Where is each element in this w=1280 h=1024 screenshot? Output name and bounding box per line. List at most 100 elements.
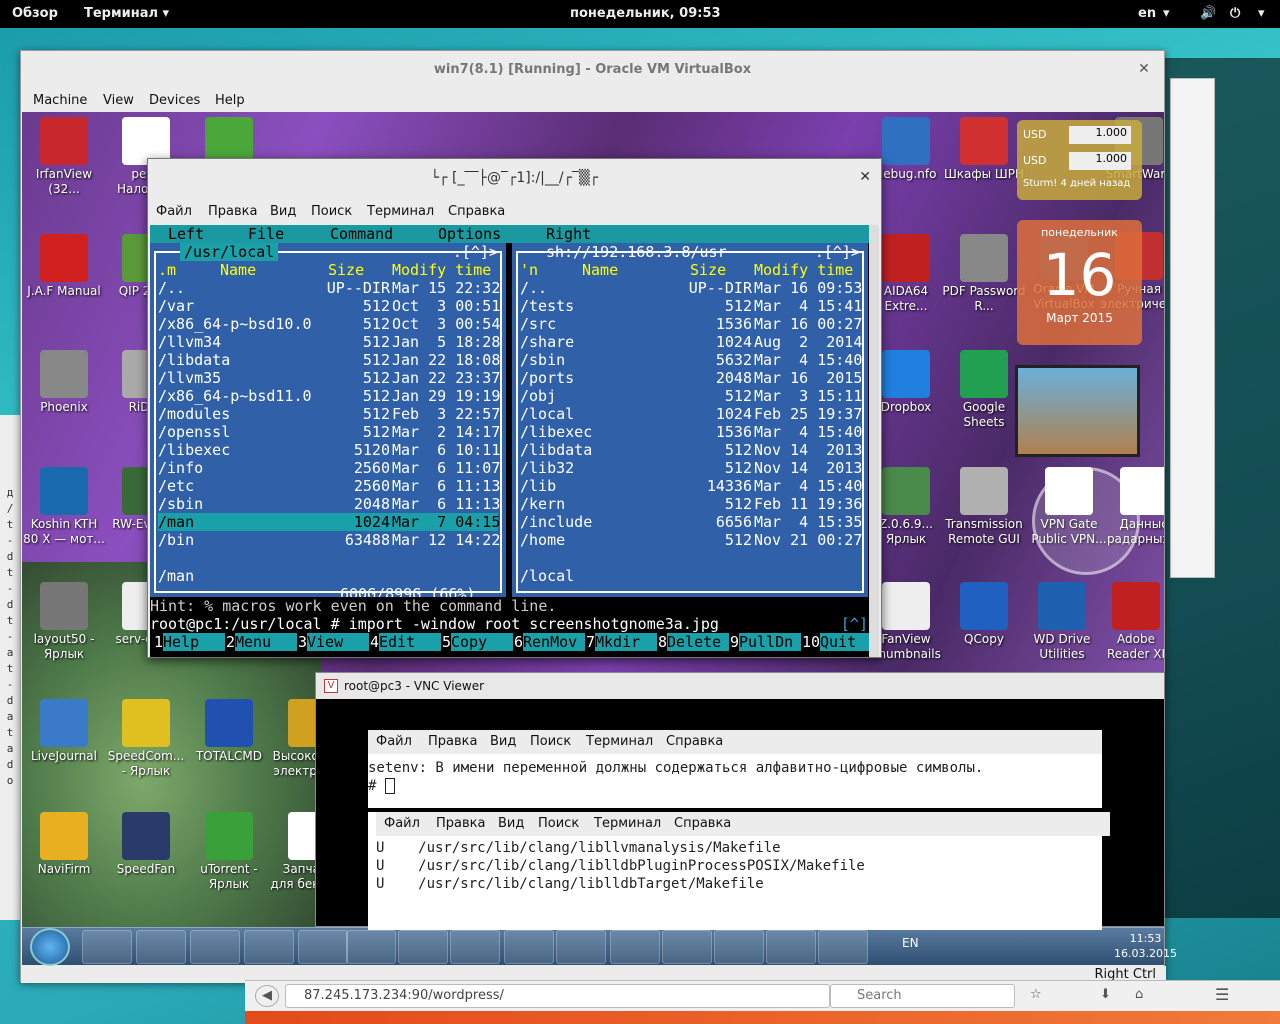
menu-machine[interactable]: Machine — [33, 93, 87, 108]
fkey-view-button[interactable]: View — [307, 633, 369, 651]
activities-button[interactable]: Обзор — [12, 6, 58, 21]
desktop-icon[interactable]: SpeedCom... - Ярлык — [104, 699, 188, 779]
totalcmd-icon[interactable] — [818, 930, 868, 964]
menu-file[interactable]: Файл — [156, 204, 192, 219]
desktop-icon[interactable]: NaviFirm — [22, 812, 106, 877]
file-row[interactable]: /libexec 5120 Mar 6 10:11 — [158, 441, 500, 459]
file-row[interactable]: /local 1024 Feb 25 19:37 — [520, 405, 862, 423]
midnight-commander[interactable]: Left File Command Options Right /usr/loc… — [150, 225, 870, 657]
right-panel-corner[interactable]: .[^]> — [815, 243, 860, 261]
menu-icon[interactable]: ☰ — [1215, 985, 1229, 1004]
tray-clock[interactable]: 11:53 16.03.2015 — [1114, 931, 1177, 961]
fkey-delete-button[interactable]: Delete — [667, 633, 729, 651]
mc-left-panel[interactable]: /usr/local .[^]> .m Name Size Modify tim… — [150, 243, 506, 603]
fkey-help-button[interactable]: Help — [163, 633, 225, 651]
opera-icon[interactable] — [504, 930, 554, 964]
utorrent-icon[interactable] — [714, 930, 764, 964]
close-icon[interactable]: ✕ — [859, 169, 871, 185]
desktop-icon[interactable]: LiveJournal — [22, 699, 106, 764]
file-row[interactable]: /info 2560 Mar 6 11:07 — [158, 459, 500, 477]
desktop-icon[interactable]: Adobe Reader XI — [1094, 582, 1164, 662]
command-text[interactable]: root@pc1:/usr/local # import -window roo… — [150, 615, 719, 633]
file-row[interactable]: /libdata 512 Nov 14 2013 — [520, 441, 862, 459]
menu-search[interactable]: Поиск — [538, 816, 579, 831]
left-panel-corner[interactable]: .[^]> — [453, 243, 498, 261]
menu-edit[interactable]: Правка — [428, 734, 477, 749]
desktop-icon[interactable]: IrfanView (32... — [22, 117, 106, 197]
menu-view[interactable]: Вид — [498, 816, 524, 831]
app-icon[interactable] — [766, 930, 816, 964]
desktop-icon[interactable]: uTorrent - Ярлык — [187, 812, 271, 892]
file-row[interactable]: /ports 2048 Mar 16 2015 — [520, 369, 862, 387]
file-row[interactable]: /share 1024 Aug 2 2014 — [520, 333, 862, 351]
currency-value-1[interactable]: 1.000 — [1069, 126, 1131, 144]
desktop-icon[interactable]: Transmission Remote GUI — [942, 467, 1026, 547]
media-player-icon[interactable] — [190, 930, 240, 964]
menu-file[interactable]: Файл — [376, 734, 412, 749]
menu-terminal[interactable]: Терминал — [367, 204, 434, 219]
file-row[interactable]: /lib32 512 Nov 14 2013 — [520, 459, 862, 477]
file-row[interactable]: /src 1536 Mar 16 00:27 — [520, 315, 862, 333]
file-row[interactable]: /.. UP--DIR Mar 15 22:32 — [158, 279, 500, 297]
file-row[interactable]: /sbin 2048 Mar 6 11:13 — [158, 495, 500, 513]
desktop-icon[interactable]: Phoenix — [22, 350, 106, 415]
file-row[interactable]: /modules 512 Feb 3 22:57 — [158, 405, 500, 423]
file-row[interactable]: /sbin 5632 Mar 4 15:40 — [520, 351, 862, 369]
file-row[interactable]: /var 512 Oct 3 00:51 — [158, 297, 500, 315]
remote-desktop-icon[interactable] — [298, 930, 348, 964]
mc-command-line[interactable]: root@pc1:/usr/local # import -window roo… — [150, 615, 870, 633]
terminal-app-menu[interactable]: Терминал ▾ — [84, 6, 169, 21]
currency-gadget[interactable]: USD 1.000 USD 1.000 Sturm! 4 дней назад — [1017, 120, 1142, 200]
explorer-icon[interactable] — [136, 930, 186, 964]
cmd-corner[interactable]: [^] — [841, 615, 868, 633]
fkey-renmov-button[interactable]: RenMov — [523, 633, 585, 651]
menu-view[interactable]: Вид — [270, 204, 296, 219]
file-row[interactable]: /tests 512 Mar 4 15:41 — [520, 297, 862, 315]
menu-view[interactable]: Вид — [490, 734, 516, 749]
mc-menu-file[interactable]: File — [248, 225, 284, 243]
tray-lang[interactable]: EN — [902, 936, 919, 950]
file-row[interactable]: /lib 14336 Mar 4 15:40 — [520, 477, 862, 495]
url-bar[interactable]: 87.245.173.234:90/wordpress/ — [285, 984, 830, 1008]
clock[interactable]: понедельник, 09:53 — [570, 6, 721, 21]
menu-help[interactable]: Справка — [674, 816, 731, 831]
fkey-quit-button[interactable]: Quit — [820, 633, 870, 651]
yandex-icon[interactable] — [346, 930, 396, 964]
vnc-icon[interactable] — [450, 930, 500, 964]
search-input[interactable]: Search — [830, 984, 1015, 1008]
keyboard-layout[interactable]: en — [1138, 6, 1156, 21]
mc-menu-left[interactable]: Left — [168, 225, 204, 243]
ie-icon[interactable] — [82, 930, 132, 964]
menu-edit[interactable]: Правка — [208, 204, 257, 219]
file-row[interactable]: /home 512 Nov 21 00:27 — [520, 531, 862, 549]
desktop-icon[interactable]: SpeedFan — [104, 812, 188, 877]
totalcmd-icon[interactable] — [398, 930, 448, 964]
desktop-icon[interactable]: Koshin KTH 80 X — мот... — [22, 467, 106, 547]
start-button[interactable] — [30, 928, 70, 966]
mc-menu-options[interactable]: Options — [438, 225, 501, 243]
file-row[interactable]: /include 6656 Mar 4 15:35 — [520, 513, 862, 531]
app-icon[interactable] — [662, 930, 712, 964]
firefox-icon[interactable] — [556, 930, 606, 964]
file-row[interactable]: /x86_64-p~bsd10.0 512 Oct 3 00:54 — [158, 315, 500, 333]
home-icon[interactable]: ⌂ — [1135, 987, 1143, 1002]
file-row[interactable]: /man 1024 Mar 7 04:15 — [158, 513, 500, 531]
mc-right-panel[interactable]: sh://192.168.3.8/usr .[^]> 'n Name Size … — [512, 243, 868, 597]
desktop-icon[interactable]: J.A.F Manual — [22, 234, 106, 299]
fkey-menu-button[interactable]: Menu — [235, 633, 297, 651]
file-row[interactable]: /llvm34 512 Jan 5 18:28 — [158, 333, 500, 351]
menu-search[interactable]: Поиск — [311, 204, 352, 219]
menu-file[interactable]: Файл — [384, 816, 420, 831]
fkey-mkdir-button[interactable]: Mkdir — [595, 633, 657, 651]
back-icon[interactable]: ◀ — [255, 985, 279, 1007]
currency-value-2[interactable]: 1.000 — [1069, 152, 1131, 170]
volume-icon[interactable]: 🔊 — [1200, 6, 1216, 21]
fkey-edit-button[interactable]: Edit — [379, 633, 441, 651]
menu-help[interactable]: Справка — [666, 734, 723, 749]
file-row[interactable]: /x86_64-p~bsd11.0 512 Jan 29 19:19 — [158, 387, 500, 405]
file-row[interactable]: /openssl 512 Mar 2 14:17 — [158, 423, 500, 441]
desktop-icon[interactable]: QCopy — [942, 582, 1026, 647]
file-row[interactable]: /libexec 1536 Mar 4 15:40 — [520, 423, 862, 441]
app-icon[interactable] — [610, 930, 660, 964]
mc-menu-right[interactable]: Right — [546, 225, 591, 243]
